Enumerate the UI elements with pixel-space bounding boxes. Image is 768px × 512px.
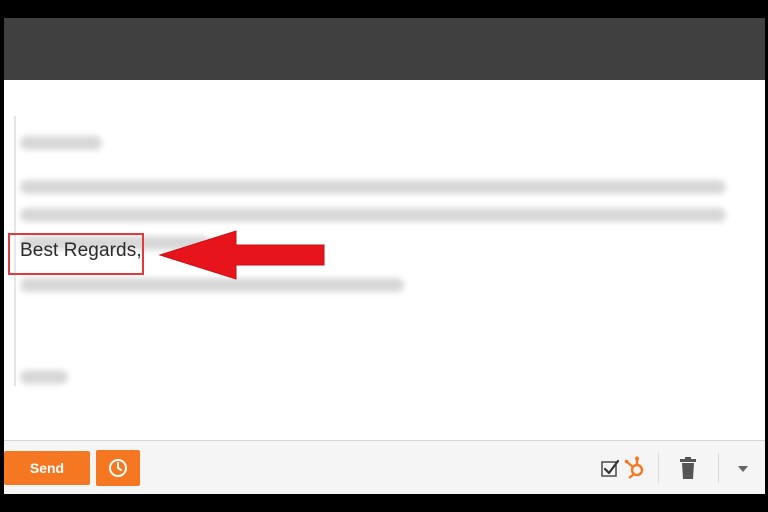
compose-header-bar (4, 18, 765, 80)
pointer-arrow-icon (158, 230, 325, 280)
toolbar-divider (658, 453, 659, 483)
trash-icon[interactable] (678, 456, 698, 480)
signature-text: Best Regards, (20, 240, 142, 261)
screenshot-bottom-edge (0, 494, 768, 512)
hubspot-sprocket-icon[interactable] (622, 455, 648, 481)
redacted-paragraph-line (20, 208, 726, 222)
redacted-greeting (20, 136, 102, 150)
redacted-signature-name (20, 370, 68, 384)
clock-icon (109, 459, 127, 477)
caret-down-icon[interactable] (736, 464, 750, 474)
redacted-paragraph-line (20, 180, 726, 194)
toolbar-divider (718, 453, 719, 483)
send-button[interactable]: Send (4, 451, 90, 485)
schedule-send-button[interactable] (96, 450, 140, 486)
checkbox-icon[interactable] (600, 458, 620, 478)
